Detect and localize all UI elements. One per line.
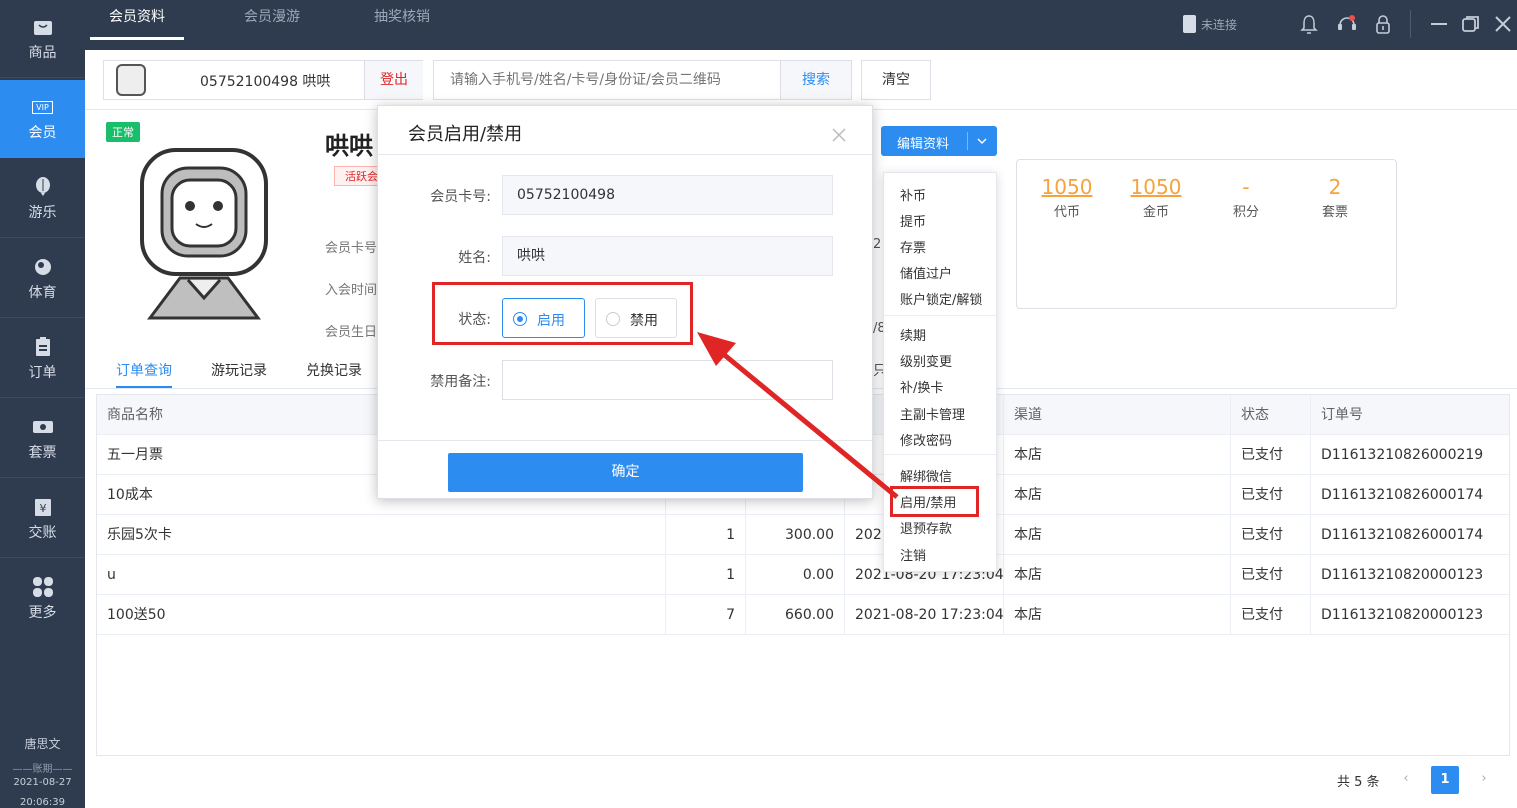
annotation-arrow [697, 332, 899, 499]
